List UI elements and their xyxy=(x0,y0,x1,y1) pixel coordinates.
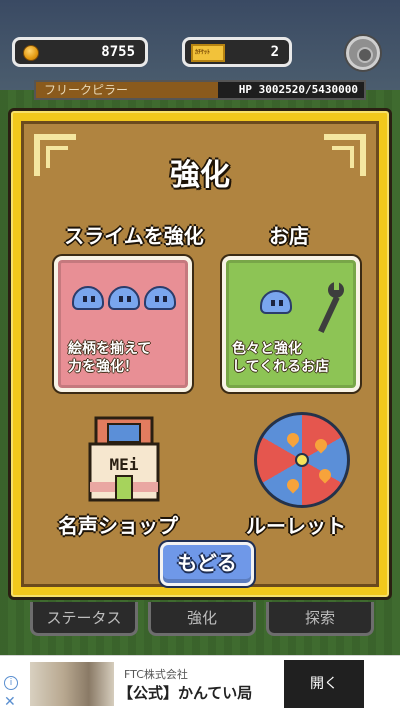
ad-sponsor: FTC株式会社 xyxy=(124,668,188,681)
upgrade-panel-body: 強化 スライムを強化 お店 絵柄を揃えて 力を強化！ 色々と強化 してくれるお店 xyxy=(21,121,379,587)
slime-upgrade-heading: スライムを強化 xyxy=(64,224,204,248)
heart-icon xyxy=(284,430,302,448)
ad-banner[interactable]: i ✕ FTC株式会社 【公式】かんてい局 開く xyxy=(0,655,400,711)
ad-open-button[interactable]: 開く xyxy=(284,660,364,708)
ad-info-icon[interactable]: i xyxy=(4,676,18,690)
settings-gear-icon[interactable] xyxy=(346,36,380,70)
coin-icon xyxy=(23,45,39,61)
upgrade-panel: 強化 スライムを強化 お店 絵柄を揃えて 力を強化！ 色々と強化 してくれるお店 xyxy=(8,108,392,600)
ticket-counter: ｶﾁｹｯﾄ 2 xyxy=(182,37,292,67)
mei-sign-text: MEi xyxy=(110,455,139,474)
enemy-hp-text: HP 3002520/5430000 xyxy=(238,83,358,96)
slime-upgrade-card[interactable]: 絵柄を揃えて 力を強化！ xyxy=(54,256,192,392)
panel-title: 強化 xyxy=(170,158,230,193)
slime-icon xyxy=(72,286,104,310)
tab-status[interactable]: ステータス xyxy=(30,602,138,636)
heart-icon xyxy=(316,466,334,484)
ticket-count: 2 xyxy=(270,44,279,60)
tab-explore[interactable]: 探索 xyxy=(266,602,374,636)
shop-heading: お店 xyxy=(269,224,309,248)
shop-card[interactable]: 色々と強化 してくれるお店 xyxy=(222,256,360,392)
slime-icon xyxy=(108,286,140,310)
tab-upgrade[interactable]: 強化 xyxy=(148,602,256,636)
fame-shop-label: 名声ショップ xyxy=(58,514,178,538)
enemy-name: フリークピラー xyxy=(36,82,218,98)
coin-counter: 8755 xyxy=(12,37,148,67)
ad-image xyxy=(30,662,114,706)
roulette-center xyxy=(295,453,309,467)
fame-shop-icon[interactable]: MEi xyxy=(84,416,164,506)
ad-title: 【公式】かんてい局 xyxy=(118,684,253,702)
roulette-label: ルーレット xyxy=(246,514,346,538)
roulette-wheel-icon[interactable] xyxy=(254,412,350,508)
slime-icon xyxy=(144,286,176,310)
coin-count: 8755 xyxy=(101,44,135,60)
slime-card-text: 絵柄を揃えて 力を強化！ xyxy=(68,341,152,375)
ticket-icon: ｶﾁｹｯﾄ xyxy=(191,44,225,62)
slime-icon xyxy=(260,290,292,314)
heart-icon xyxy=(284,476,302,494)
heart-icon xyxy=(312,436,330,454)
back-button[interactable]: もどる xyxy=(160,542,254,586)
shop-card-text: 色々と強化 してくれるお店 xyxy=(232,341,330,375)
wrench-icon xyxy=(318,282,344,334)
enemy-hp-bar: フリークピラー HP 3002520/5430000 xyxy=(34,80,366,100)
ad-close-icon[interactable]: ✕ xyxy=(4,694,16,710)
